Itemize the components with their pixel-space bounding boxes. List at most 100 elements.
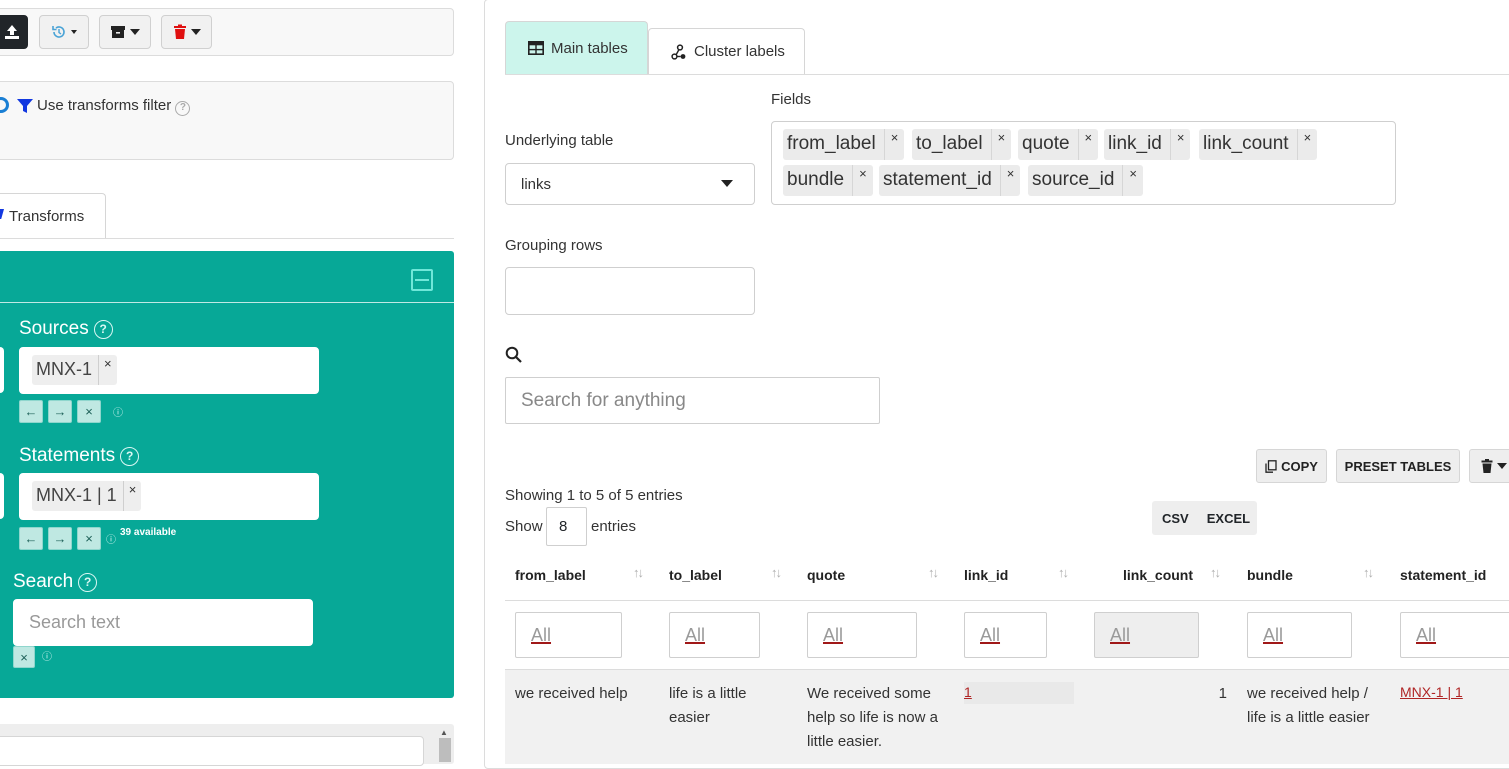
- statement-id-link[interactable]: MNX-1 | 1: [1400, 684, 1463, 700]
- help-icon[interactable]: ⓘ: [106, 531, 116, 546]
- remove-icon[interactable]: ×: [122, 481, 142, 511]
- tabs-divider: [0, 238, 454, 239]
- search-title: Search?: [13, 571, 98, 593]
- search-icon: [505, 346, 522, 368]
- field-chip[interactable]: statement_id ×: [879, 165, 1021, 196]
- field-chip[interactable]: quote ×: [1018, 129, 1099, 160]
- fields-label: Fields: [771, 91, 812, 108]
- column-header[interactable]: link_count: [1123, 567, 1193, 583]
- column-filter[interactable]: All: [1400, 612, 1509, 658]
- cell-to-label: life is a little easier: [669, 685, 747, 726]
- sort-icon[interactable]: ↑↓: [1058, 565, 1069, 580]
- tab-main-tables[interactable]: Main tables: [505, 21, 648, 74]
- column-header[interactable]: statement_id: [1400, 567, 1486, 583]
- remove-icon[interactable]: ×: [1296, 129, 1318, 160]
- remove-icon[interactable]: ×: [1077, 129, 1099, 160]
- help-icon[interactable]: ⓘ: [42, 648, 52, 663]
- trash-icon: [173, 24, 186, 39]
- remove-icon[interactable]: ×: [990, 129, 1012, 160]
- column-filter[interactable]: All: [515, 612, 622, 658]
- excel-button[interactable]: EXCEL: [1207, 511, 1250, 526]
- sources-title: Sources?: [19, 318, 113, 340]
- sort-icon[interactable]: ↑↓: [633, 565, 644, 580]
- prev-button[interactable]: ←: [19, 400, 43, 423]
- tab-cluster-labels[interactable]: Cluster labels: [648, 28, 805, 74]
- delete-button[interactable]: [161, 15, 212, 49]
- clear-search-button[interactable]: ×: [13, 646, 35, 668]
- scroll-up-icon[interactable]: ▲: [440, 728, 448, 737]
- help-icon[interactable]: ⓘ: [113, 404, 123, 419]
- tab-transforms[interactable]: Transforms: [0, 193, 106, 239]
- chevron-down-icon: [130, 29, 140, 35]
- clear-button[interactable]: ×: [77, 400, 101, 423]
- entries-count-input[interactable]: 8: [546, 507, 587, 546]
- underlying-table-label: Underlying table: [505, 132, 614, 149]
- filter-panel: [0, 81, 454, 160]
- sort-icon[interactable]: ↑↓: [771, 565, 782, 580]
- remove-icon[interactable]: ×: [883, 129, 905, 160]
- sort-icon[interactable]: ↑↓: [928, 565, 939, 580]
- search-text-input[interactable]: Search text: [13, 599, 313, 646]
- side-stub: [0, 347, 4, 393]
- sort-icon[interactable]: ↑↓: [1363, 565, 1374, 580]
- cell-quote: We received some help so life is now a l…: [807, 685, 938, 750]
- chevron-down-icon: [721, 180, 733, 187]
- remove-icon[interactable]: ×: [999, 165, 1021, 196]
- csv-button[interactable]: CSV: [1162, 511, 1189, 526]
- sort-icon[interactable]: ↑↓: [1210, 565, 1221, 580]
- remove-icon[interactable]: ×: [1122, 165, 1143, 196]
- link-id-link[interactable]: 1: [964, 684, 972, 700]
- field-chip[interactable]: from_label ×: [783, 129, 905, 160]
- field-chip[interactable]: link_id ×: [1104, 129, 1191, 160]
- chevron-down-icon: [190, 29, 201, 35]
- tabs-divider: [505, 74, 1509, 75]
- column-header[interactable]: bundle: [1247, 567, 1293, 583]
- history-button[interactable]: [39, 15, 89, 49]
- column-filter[interactable]: All: [669, 612, 760, 658]
- show-label: Show: [505, 518, 543, 535]
- help-icon[interactable]: ?: [175, 100, 191, 116]
- clear-button[interactable]: ×: [77, 527, 101, 550]
- help-icon[interactable]: ?: [93, 319, 113, 339]
- next-button[interactable]: →: [48, 527, 72, 550]
- bottom-input[interactable]: [0, 736, 424, 766]
- underlying-table-select[interactable]: links: [505, 163, 755, 205]
- remove-icon[interactable]: ×: [852, 165, 873, 196]
- column-filter[interactable]: All: [964, 612, 1047, 658]
- scrollbar[interactable]: [439, 738, 451, 762]
- column-filter[interactable]: All: [807, 612, 917, 658]
- column-filter[interactable]: All: [1247, 612, 1352, 658]
- prev-button[interactable]: ←: [19, 527, 43, 550]
- next-button[interactable]: →: [48, 400, 72, 423]
- column-header[interactable]: quote: [807, 567, 845, 583]
- export-buttons: CSV EXCEL: [1152, 501, 1257, 535]
- remove-icon[interactable]: ×: [98, 355, 117, 385]
- field-chip[interactable]: bundle ×: [783, 165, 873, 196]
- field-chip[interactable]: link_count ×: [1199, 129, 1318, 160]
- funnel-icon: [17, 99, 33, 118]
- collapse-icon[interactable]: [411, 269, 433, 291]
- field-chip[interactable]: to_label ×: [912, 129, 1012, 160]
- archive-icon: [111, 26, 125, 38]
- statement-chip[interactable]: MNX-1 | 1 ×: [32, 481, 142, 511]
- help-icon[interactable]: ?: [78, 572, 98, 592]
- copy-button[interactable]: COPY: [1256, 449, 1327, 483]
- field-chip[interactable]: source_id ×: [1028, 165, 1143, 196]
- remove-icon[interactable]: ×: [1169, 129, 1191, 160]
- source-chip[interactable]: MNX-1 ×: [32, 355, 117, 385]
- use-transforms-filter-label[interactable]: Use transforms filter ?: [37, 97, 191, 116]
- chevron-down-icon: [71, 30, 77, 34]
- column-filter[interactable]: All: [1094, 612, 1199, 658]
- global-search-input[interactable]: Search for anything: [505, 377, 880, 424]
- trash-icon: [1481, 459, 1493, 473]
- upload-button[interactable]: [0, 15, 28, 49]
- column-header[interactable]: from_label: [515, 567, 586, 583]
- delete-table-button[interactable]: [1469, 449, 1509, 483]
- grouping-rows-input[interactable]: [505, 267, 755, 315]
- cluster-icon: [671, 43, 686, 60]
- archive-button[interactable]: [99, 15, 151, 49]
- preset-tables-button[interactable]: PRESET TABLES: [1336, 449, 1460, 483]
- help-icon[interactable]: ?: [120, 446, 140, 466]
- column-header[interactable]: to_label: [669, 567, 722, 583]
- column-header[interactable]: link_id: [964, 567, 1008, 583]
